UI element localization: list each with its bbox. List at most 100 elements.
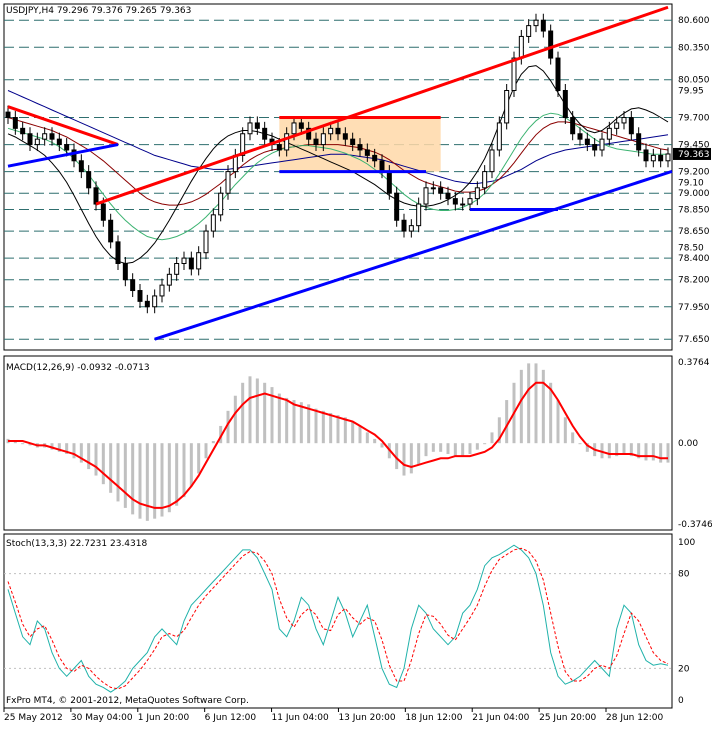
chart-svg: 80.60080.35080.05079.70079.45079.20079.0… bbox=[0, 0, 712, 725]
chart-root: 80.60080.35080.05079.70079.45079.20079.0… bbox=[0, 0, 712, 725]
price-level-label: 79.200 bbox=[678, 168, 710, 178]
candle-body bbox=[94, 188, 98, 204]
candle-body bbox=[417, 204, 421, 226]
macd-histogram-bar bbox=[322, 411, 325, 443]
candle-body bbox=[263, 128, 267, 139]
macd-histogram-bar bbox=[249, 376, 252, 443]
trendline bbox=[8, 145, 118, 167]
stoch-panel[interactable]: 10080200 bbox=[4, 538, 695, 706]
candle-body bbox=[292, 123, 296, 134]
candle-body bbox=[475, 188, 479, 199]
macd-histogram-bar bbox=[183, 443, 186, 497]
macd-histogram-bar bbox=[293, 400, 296, 443]
macd-histogram-bar bbox=[542, 370, 545, 443]
price-level-label: 78.650 bbox=[678, 227, 710, 237]
candle-body bbox=[402, 220, 406, 231]
macd-tick-label: 0.3764 bbox=[678, 358, 710, 368]
panel-frame-1 bbox=[4, 4, 672, 350]
macd-histogram-bar bbox=[351, 422, 354, 444]
macd-histogram-bar bbox=[564, 417, 567, 443]
candle-body bbox=[497, 123, 501, 150]
macd-histogram-bar bbox=[263, 383, 266, 443]
candle-body bbox=[468, 199, 472, 204]
candle-body bbox=[439, 188, 443, 193]
candle-body bbox=[189, 258, 193, 269]
candle-body bbox=[358, 145, 362, 150]
macd-panel[interactable]: 0.37640.00-0.3746 bbox=[7, 358, 712, 530]
macd-histogram-bar bbox=[124, 443, 127, 508]
x-axis-label: 28 Jun 12:00 bbox=[606, 713, 663, 723]
candle-body bbox=[197, 253, 201, 269]
macd-histogram-bar bbox=[439, 443, 442, 452]
candle-body bbox=[607, 128, 611, 139]
candle-body bbox=[622, 118, 626, 123]
price-header: USDJPY,H4 79.296 79.376 79.265 79.363 bbox=[6, 6, 191, 16]
candle-body bbox=[380, 161, 384, 172]
candle-body bbox=[109, 220, 113, 242]
stoch-tick-label: 100 bbox=[678, 538, 695, 548]
macd-histogram-bar bbox=[469, 443, 472, 454]
price-panel[interactable]: 80.60080.35080.05079.70079.45079.20079.0… bbox=[4, 7, 711, 345]
macd-histogram-bar bbox=[117, 443, 120, 501]
x-axis-label: 11 Jun 04:00 bbox=[272, 713, 329, 723]
candle-body bbox=[527, 26, 531, 37]
candle-body bbox=[644, 150, 648, 161]
x-axis-label: 25 Jun 20:00 bbox=[539, 713, 596, 723]
stoch-header: Stoch(13,3,3) 22.7231 23.4318 bbox=[6, 539, 147, 549]
price-tick-label: 79.95 bbox=[678, 87, 704, 97]
candle-body bbox=[35, 139, 39, 144]
macd-histogram-bar bbox=[315, 409, 318, 444]
candle-body bbox=[204, 231, 208, 253]
candle-body bbox=[116, 242, 120, 264]
candle-body bbox=[556, 58, 560, 90]
candle-body bbox=[50, 134, 54, 139]
macd-histogram-bar bbox=[102, 443, 105, 484]
macd-histogram-bar bbox=[608, 443, 611, 458]
macd-histogram-bar bbox=[109, 443, 112, 493]
candle-body bbox=[549, 31, 553, 58]
trendline bbox=[155, 171, 672, 339]
macd-histogram-bar bbox=[344, 417, 347, 443]
candle-body bbox=[21, 128, 25, 133]
macd-histogram-bar bbox=[256, 378, 259, 443]
price-level-label: 79.000 bbox=[678, 189, 710, 199]
candle-body bbox=[637, 134, 641, 150]
candle-body bbox=[226, 172, 230, 194]
candle-body bbox=[541, 20, 545, 31]
macd-signal-line bbox=[8, 383, 668, 508]
current-price-label: 79.363 bbox=[678, 150, 710, 160]
candle-body bbox=[57, 139, 61, 144]
candle-body bbox=[593, 145, 597, 150]
candle-body bbox=[321, 134, 325, 145]
candle-body bbox=[409, 226, 413, 231]
candle-body bbox=[519, 36, 523, 58]
candle-body bbox=[431, 188, 435, 189]
candle-body bbox=[255, 123, 259, 128]
macd-histogram-bar bbox=[403, 443, 406, 475]
macd-histogram-bar bbox=[461, 443, 464, 456]
candle-body bbox=[461, 204, 465, 205]
x-axis-label: 6 Jun 12:00 bbox=[205, 713, 257, 723]
candle-body bbox=[424, 188, 428, 204]
candle-body bbox=[483, 172, 487, 188]
macd-histogram-bar bbox=[139, 443, 142, 518]
macd-histogram-bar bbox=[168, 443, 171, 512]
candle-body bbox=[211, 215, 215, 231]
macd-histogram-bar bbox=[337, 415, 340, 443]
macd-histogram-bar bbox=[571, 432, 574, 443]
macd-histogram-bar bbox=[366, 432, 369, 443]
candle-body bbox=[160, 285, 164, 296]
macd-histogram-bar bbox=[190, 443, 193, 486]
price-level-label: 80.050 bbox=[678, 76, 710, 86]
candle-body bbox=[395, 193, 399, 220]
candle-body bbox=[329, 128, 333, 133]
candle-body bbox=[87, 172, 91, 188]
candle-body bbox=[666, 154, 670, 161]
macd-header: MACD(12,26,9) -0.0932 -0.0713 bbox=[6, 363, 150, 373]
price-tick-label: 78.50 bbox=[678, 243, 704, 253]
candle-body bbox=[314, 139, 318, 144]
macd-histogram-bar bbox=[491, 432, 494, 443]
candle-body bbox=[512, 58, 516, 90]
candle-body bbox=[651, 155, 655, 160]
macd-histogram-bar bbox=[535, 363, 538, 443]
